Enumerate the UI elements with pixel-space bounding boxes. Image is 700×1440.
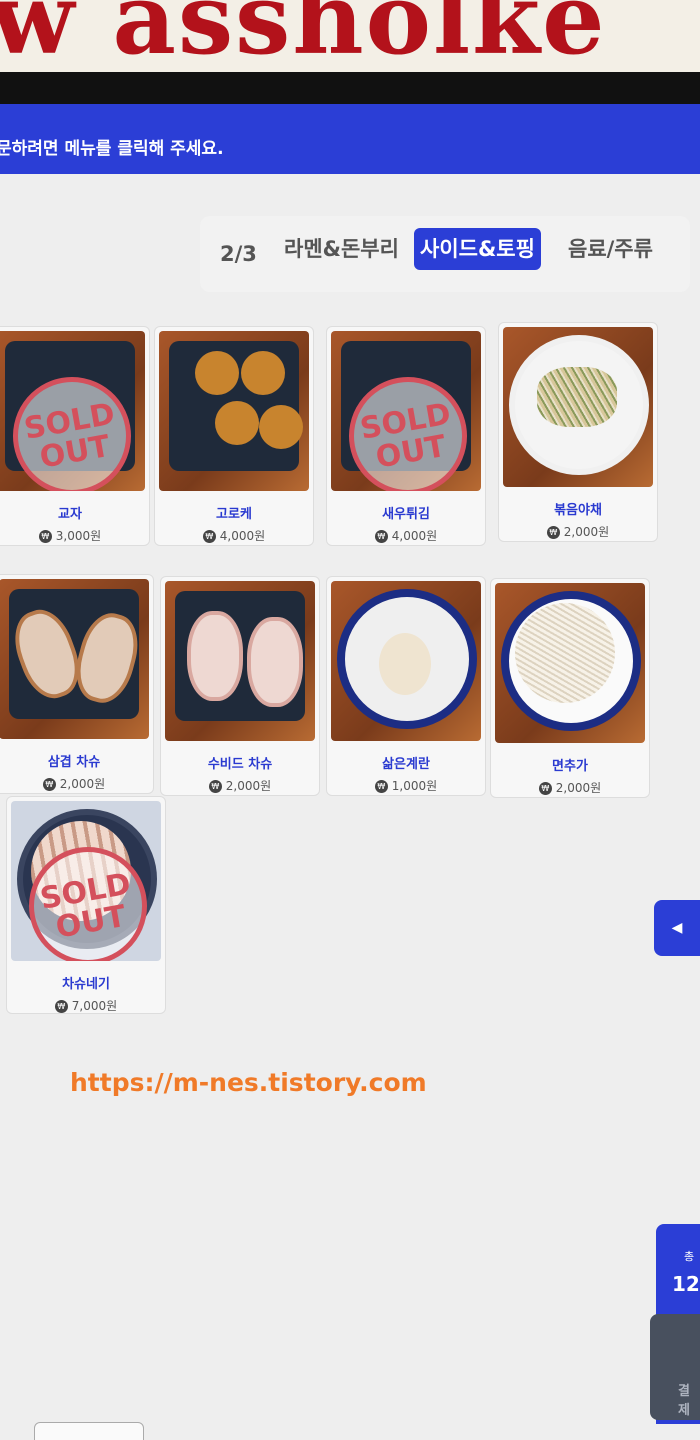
sous-vide-chashu-photo: [165, 581, 315, 741]
croquette-photo: [159, 331, 309, 491]
menu-item-name: 새우튀김: [382, 507, 430, 522]
menu-item-extra-noodles[interactable]: 면추가 ₩2,000원: [490, 578, 650, 798]
menu-item-name: 수비드 차슈: [207, 757, 273, 772]
pay-button[interactable]: 결제: [650, 1314, 700, 1420]
pay-button-label: 결제: [678, 1384, 690, 1418]
pork-belly-chashu-photo: [0, 579, 149, 739]
menu-item-pork-belly-chashu[interactable]: 삼겹 차슈 ₩2,000원: [0, 574, 154, 794]
won-icon: ₩: [202, 530, 216, 543]
menu-item-croquette[interactable]: 고로케 ₩4,000원: [154, 326, 314, 546]
won-icon: ₩: [42, 778, 56, 791]
menu-item-price: ₩4,000원: [155, 527, 313, 544]
menu-item-name: 삼겹 차슈: [47, 755, 101, 770]
menu-item-name: 삶은계란: [382, 757, 430, 772]
menu-item-price: ₩2,000원: [0, 775, 153, 792]
menu-item-boiled-egg[interactable]: 삶은계란 ₩1,000원: [326, 576, 486, 796]
menu-item-name: 교자: [58, 507, 82, 522]
fried-shrimp-photo: SOLD OUT: [331, 331, 481, 491]
page-indicator: 2/3: [220, 242, 257, 266]
won-icon: ₩: [54, 1000, 68, 1013]
tab-side-topping[interactable]: 사이드&토핑: [414, 228, 541, 270]
menu-item-price: ₩4,000원: [327, 527, 485, 544]
menu-item-price: ₩2,000원: [161, 777, 319, 794]
menu-item-sous-vide-chashu[interactable]: 수비드 차슈 ₩2,000원: [160, 576, 320, 796]
won-icon: ₩: [38, 530, 52, 543]
chevron-left-icon: ◀: [671, 920, 683, 936]
store-sign: w assholke: [0, 0, 700, 72]
bottom-button[interactable]: [34, 1422, 144, 1440]
extra-noodles-photo: [495, 583, 645, 743]
menu-item-price: ₩3,000원: [0, 527, 149, 544]
won-icon: ₩: [374, 780, 388, 793]
instruction-text: 문하려면 메뉴를 클릭해 주세요.: [0, 139, 224, 159]
menu-item-name: 차슈네기: [62, 977, 110, 992]
menu-item-price: ₩1,000원: [327, 777, 485, 794]
total-label: 총: [684, 1250, 695, 1263]
menu-item-price: ₩2,000원: [491, 779, 649, 796]
menu-item-price: ₩7,000원: [7, 997, 165, 1014]
won-icon: ₩: [546, 526, 560, 539]
won-icon: ₩: [374, 530, 388, 543]
store-sign-text: w assholke: [0, 0, 607, 72]
won-icon: ₩: [538, 782, 552, 795]
menu-item-name: 볶음야채: [554, 503, 602, 518]
kiosk-screen: 문하려면 메뉴를 클릭해 주세요. 2/3 라멘&돈부리 사이드&토핑 음료/주…: [0, 104, 700, 1440]
menu-item-chashu-negi[interactable]: SOLD OUT 차슈네기 ₩7,000원: [6, 796, 166, 1014]
cart-toggle-button[interactable]: ◀: [654, 900, 700, 956]
stir-fried-vegetables-photo: [503, 327, 653, 487]
tab-ramen-donburi[interactable]: 라멘&돈부리: [278, 228, 405, 270]
menu-item-name: 면추가: [552, 759, 588, 774]
instruction-banner: 문하려면 메뉴를 클릭해 주세요.: [0, 104, 700, 174]
gyoza-photo: SOLD OUT: [0, 331, 145, 491]
won-icon: ₩: [208, 780, 222, 793]
tab-drinks[interactable]: 음료/주류: [562, 228, 659, 270]
menu-item-name: 고로케: [216, 507, 252, 522]
total-amount: 12,: [672, 1272, 700, 1296]
menu-item-fried-shrimp[interactable]: SOLD OUT 새우튀김 ₩4,000원: [326, 326, 486, 546]
menu-item-gyoza[interactable]: SOLD OUT 교자 ₩3,000원: [0, 326, 150, 546]
menu-item-stir-fried-vegetables[interactable]: 볶음야채 ₩2,000원: [498, 322, 658, 542]
watermark-url: https://m-nes.tistory.com: [70, 1068, 427, 1097]
chashu-negi-photo: SOLD OUT: [11, 801, 161, 961]
boiled-egg-photo: [331, 581, 481, 741]
menu-item-price: ₩2,000원: [499, 523, 657, 540]
